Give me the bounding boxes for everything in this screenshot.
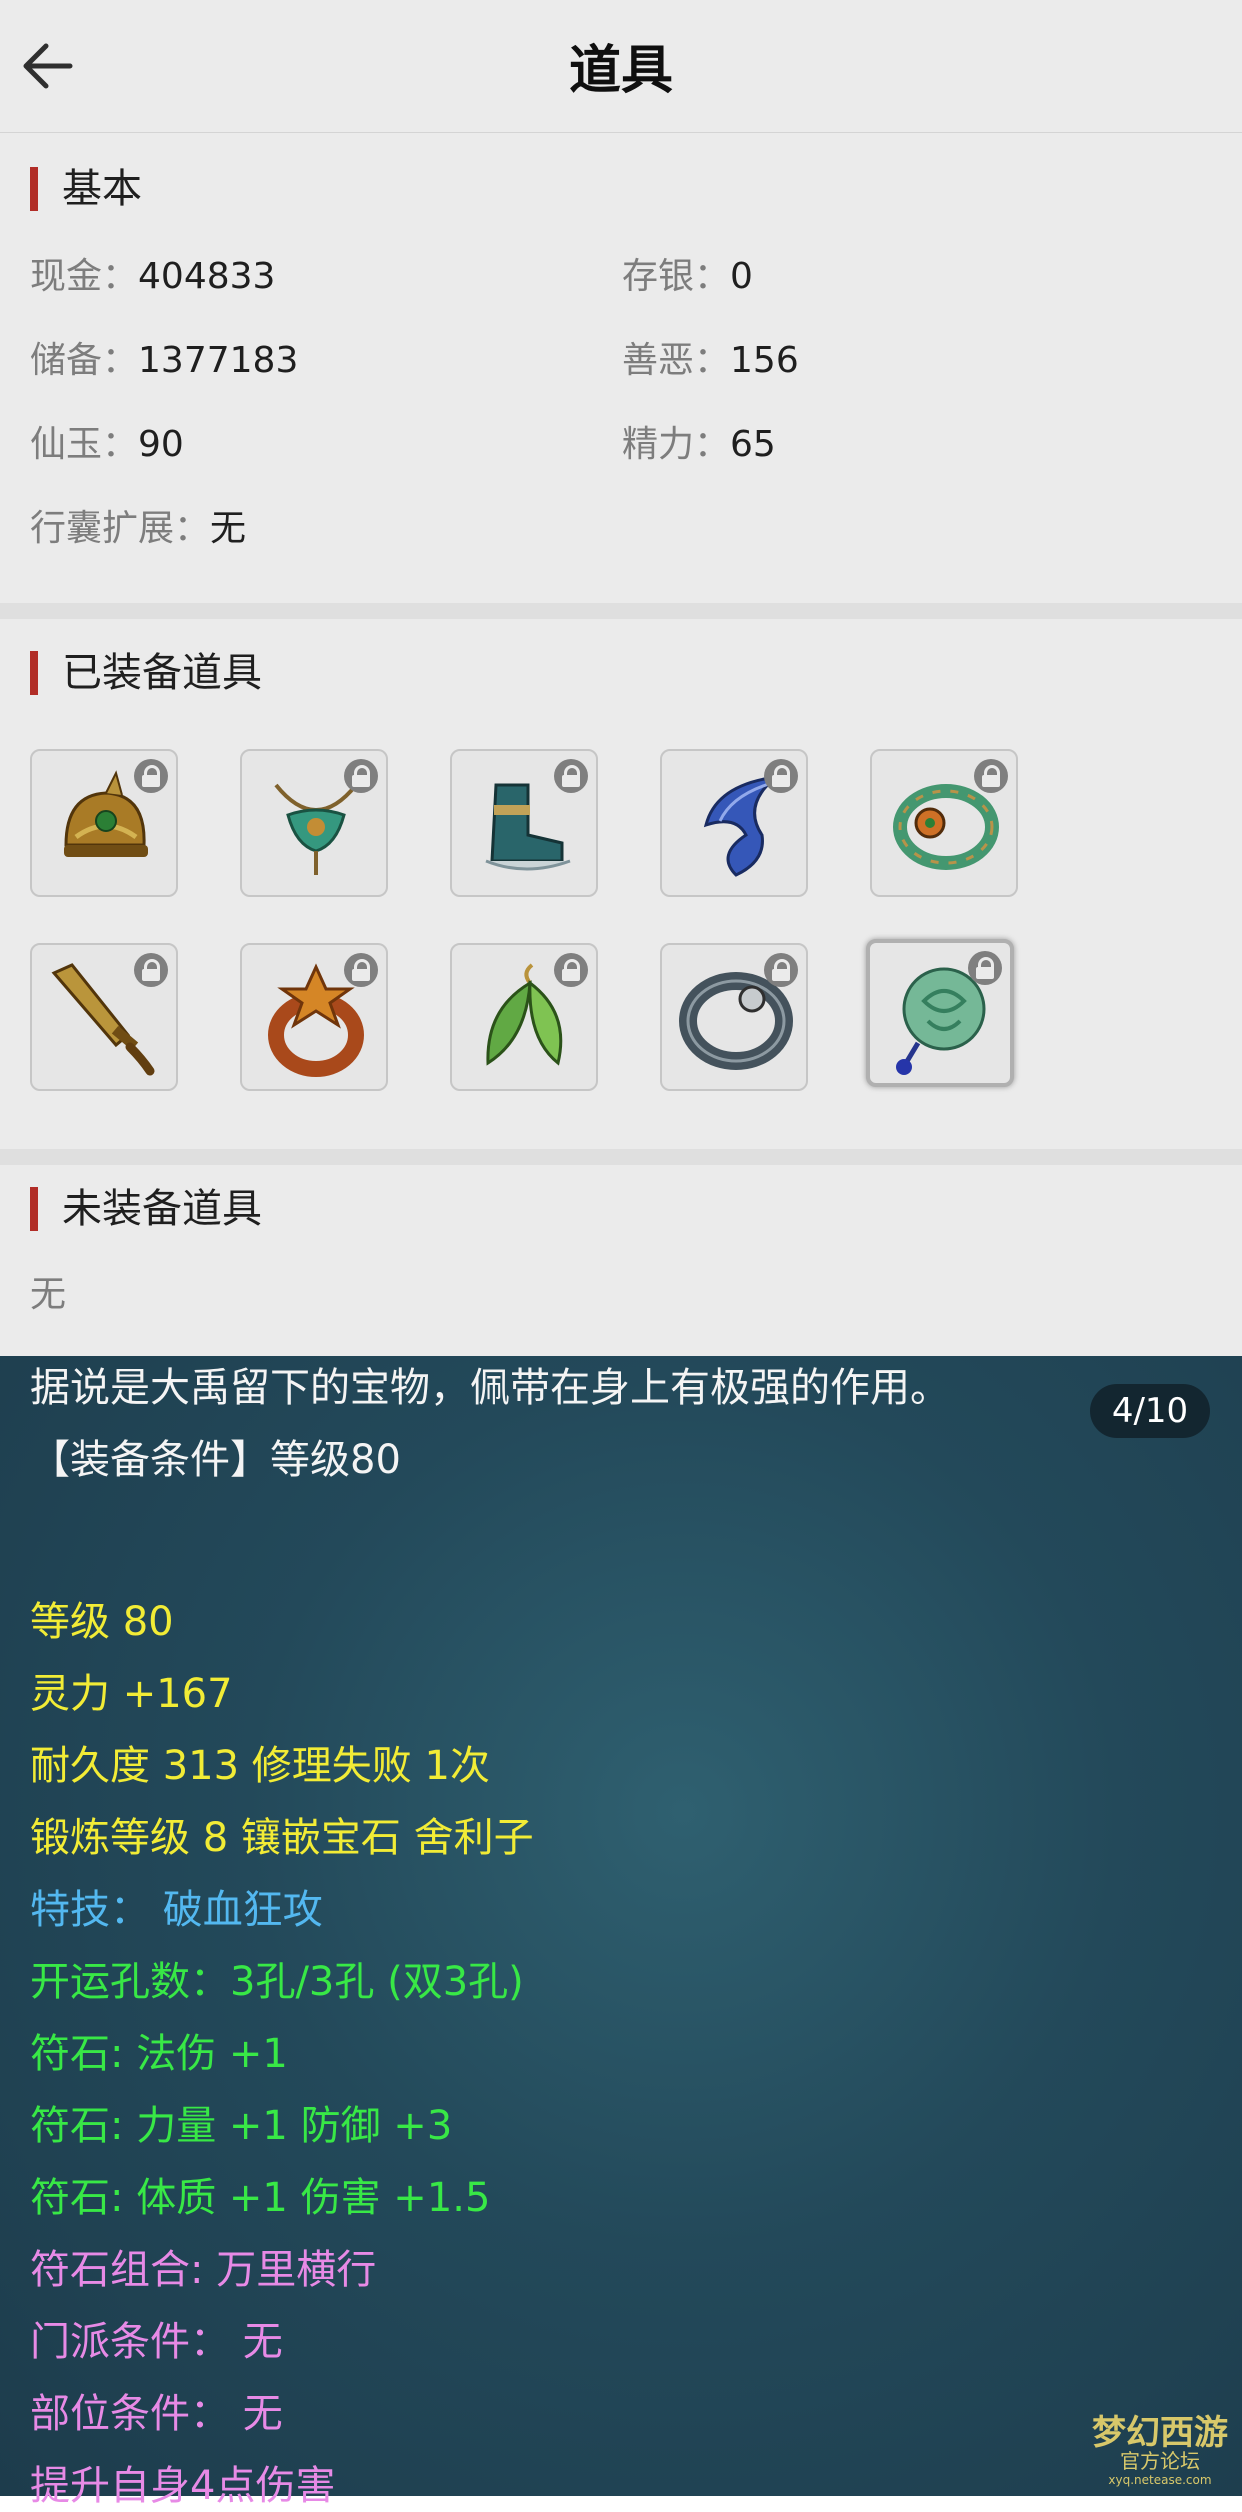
unequipped-none-text: 无 — [30, 1274, 67, 1315]
watermark-url: xyq.netease.com — [1108, 2473, 1211, 2487]
jade-row: 仙玉：90 — [30, 423, 184, 467]
lock-icon — [974, 759, 1008, 793]
section-divider — [0, 603, 1242, 619]
jade-value: 90 — [138, 424, 184, 465]
equip-slot-earring[interactable] — [450, 943, 598, 1091]
equip-slot-iron-ring[interactable] — [660, 943, 808, 1091]
reserve-value: 1377183 — [138, 340, 299, 381]
stat-durability: 耐久度 313 修理失败 1次 — [30, 1743, 490, 1789]
stat-skill: 特技： 破血狂攻 — [30, 1887, 323, 1933]
jade-label: 仙玉： — [30, 424, 139, 465]
basic-section: 基本 现金：404833 存银：0 储备：1377183 善恶：156 仙玉：9… — [0, 133, 1242, 603]
section-title-equipped: 已装备道具 — [30, 651, 262, 695]
item-tooltip-panel[interactable]: 据说是大禹留下的宝物，佩带在身上有极强的作用。 【装备条件】等级80 等级 80… — [0, 1356, 1242, 2509]
rune-2: 符石: 力量 +1 防御 +3 — [30, 2103, 453, 2149]
karma-value: 156 — [730, 340, 799, 381]
equip-slot-boots[interactable] — [450, 749, 598, 897]
stat-holes: 开运孔数：3孔/3孔 (双3孔) — [30, 1959, 524, 2005]
lock-icon — [968, 951, 1002, 985]
part-requirement: 部位条件： 无 — [30, 2391, 283, 2437]
lock-icon — [764, 953, 798, 987]
bag-value: 无 — [210, 508, 247, 549]
stat-level: 等级 80 — [30, 1599, 174, 1645]
stat-spirit: 灵力 +167 — [30, 1671, 233, 1717]
bag-row: 行囊扩展：无 — [30, 507, 246, 551]
cash-label: 现金： — [30, 256, 139, 297]
reserve-label: 储备： — [30, 340, 139, 381]
item-description: 据说是大禹留下的宝物，佩带在身上有极强的作用。 — [30, 1365, 950, 1411]
equip-slot-ring[interactable] — [240, 943, 388, 1091]
equipped-section: 已装备道具 — [0, 619, 1242, 1149]
karma-row: 善恶：156 — [622, 339, 799, 383]
deposit-label: 存银： — [622, 256, 731, 297]
sect-requirement: 门派条件： 无 — [30, 2319, 283, 2365]
lock-icon — [764, 759, 798, 793]
equip-requirement: 【装备条件】等级80 — [30, 1437, 401, 1483]
rune-1: 符石: 法伤 +1 — [30, 2031, 288, 2077]
rune-3: 符石: 体质 +1 伤害 +1.5 — [30, 2175, 491, 2221]
watermark-subtitle: 官方论坛 — [1120, 2449, 1200, 2473]
equip-slot-ribbon[interactable] — [660, 749, 808, 897]
reserve-row: 储备：1377183 — [30, 339, 298, 383]
lock-icon — [554, 953, 588, 987]
unequipped-section: 未装备道具 无 — [0, 1165, 1242, 1356]
deposit-value: 0 — [730, 256, 753, 297]
section-divider — [0, 1149, 1242, 1165]
forum-watermark-logo: 梦幻西游 官方论坛 xyq.netease.com — [1092, 2413, 1228, 2487]
watermark-title: 梦幻西游 — [1092, 2413, 1228, 2453]
bonus-effect: 提升自身4点伤害 — [30, 2463, 336, 2509]
section-title-unequipped: 未装备道具 — [30, 1187, 262, 1231]
top-bar: 道具 — [0, 0, 1242, 133]
lock-icon — [554, 759, 588, 793]
equip-slot-helmet[interactable] — [30, 749, 178, 897]
equip-slot-bracelet[interactable] — [870, 749, 1018, 897]
lock-icon — [134, 759, 168, 793]
lock-icon — [134, 953, 168, 987]
unequipped-value: 无 — [30, 1273, 66, 1317]
equip-slot-jade-pendant[interactable] — [866, 939, 1014, 1087]
deposit-row: 存银：0 — [622, 255, 753, 299]
cash-row: 现金：404833 — [30, 255, 275, 299]
pager-badge: 4/10 — [1090, 1384, 1210, 1438]
equip-slot-sword[interactable] — [30, 943, 178, 1091]
equip-slot-necklace[interactable] — [240, 749, 388, 897]
rune-combo: 符石组合: 万里横行 — [30, 2247, 377, 2293]
karma-label: 善恶： — [622, 340, 731, 381]
energy-row: 精力：65 — [622, 423, 776, 467]
lock-icon — [344, 759, 378, 793]
lock-icon — [344, 953, 378, 987]
stat-forge: 锻炼等级 8 镶嵌宝石 舍利子 — [30, 1815, 534, 1861]
bag-label: 行囊扩展： — [30, 508, 211, 549]
energy-value: 65 — [730, 424, 776, 465]
cash-value: 404833 — [138, 256, 276, 297]
energy-label: 精力： — [622, 424, 731, 465]
section-title-basic: 基本 — [30, 167, 142, 211]
page-title: 道具 — [568, 41, 673, 101]
